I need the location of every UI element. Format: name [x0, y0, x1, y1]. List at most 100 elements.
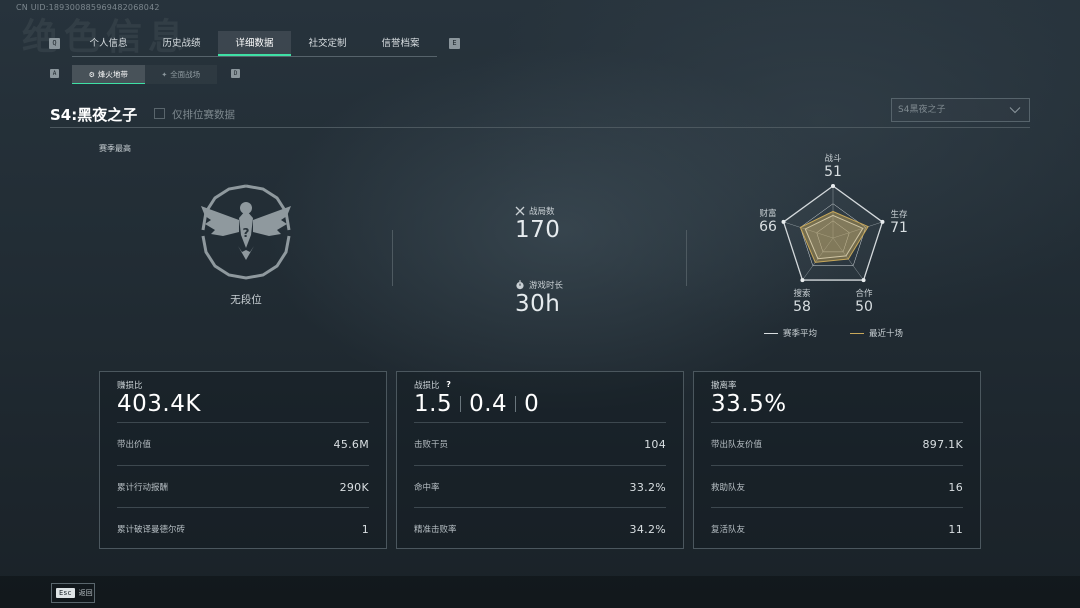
header-divider [50, 127, 1030, 128]
profit-ratio-label: 赚损比 [117, 381, 143, 391]
kd-separator [460, 396, 462, 412]
radar-value-combat: 51 [824, 164, 842, 180]
season-best-label: 赛季最高 [99, 144, 131, 153]
kd-separator [515, 396, 517, 412]
radar-label-wealth: 财富 [759, 209, 777, 219]
card-row: 累计行动报酬 290K [117, 465, 369, 508]
card-row-label: 累计破译曼德尔砖 [117, 525, 186, 535]
extraction-rate-value: 33.5% [711, 391, 787, 417]
card-row: 击败干员 104 [414, 422, 666, 465]
card-row: 带出价值 45.6M [117, 422, 369, 465]
tab-prev-key[interactable]: Q [49, 38, 60, 49]
legend-recent-label: 最近十场 [869, 329, 904, 339]
card-row-label: 累计行动报酬 [117, 483, 169, 493]
main-tabs: 个人信息 历史战绩 详细数据 社交定制 信誉档案 [72, 31, 437, 57]
radar-value-survival: 71 [890, 220, 908, 236]
radar-vertex-dot [800, 278, 805, 283]
mode-subtabs: ⚙ 烽火地带 ✦ 全面战场 [72, 65, 217, 84]
card-row-label: 带出价值 [117, 440, 152, 450]
stopwatch-icon [516, 280, 524, 290]
season-dropdown-value: S4黑夜之子 [898, 105, 946, 115]
extraction-rate-label: 撤离率 [711, 381, 737, 391]
card-row-value: 16 [948, 480, 963, 494]
season-dropdown[interactable]: S4黑夜之子 [891, 98, 1030, 122]
tab-history[interactable]: 历史战绩 [145, 31, 218, 56]
radar-label-search: 搜索 [793, 289, 811, 299]
card-row: 复活队友 11 [711, 507, 963, 550]
tab-reputation[interactable]: 信誉档案 [364, 31, 437, 56]
legend-recent-swatch [850, 332, 864, 334]
radar-label-combat: 战斗 [824, 154, 842, 164]
tab-social[interactable]: 社交定制 [291, 31, 364, 56]
crossed-swords-icon [515, 206, 525, 216]
radar-value-wealth: 66 [759, 219, 777, 235]
matches-stat-label: 战局数 [515, 205, 555, 217]
kd-value-second: 0.4 [469, 391, 508, 417]
rank-name: 无段位 [230, 294, 262, 306]
rank-emblem-icon: ? [201, 184, 291, 280]
subtab-prev-key[interactable]: A [50, 69, 59, 78]
subtab-hazard-zone[interactable]: ⚙ 烽火地带 [72, 65, 145, 84]
legend-average: 赛季平均 [764, 327, 817, 339]
subtab-hazard-zone-label: 烽火地带 [97, 70, 128, 79]
card-row: 累计破译曼德尔砖 1 [117, 507, 369, 550]
tab-next-key[interactable]: E [449, 38, 460, 49]
kd-value-kill-ratio: 1.5 [414, 391, 453, 417]
card-row-label: 救助队友 [711, 483, 746, 493]
radar-label-survival: 生存 [890, 210, 908, 220]
season-title: S4:黑夜之子 [50, 106, 138, 124]
card-row-value: 34.2% [629, 522, 666, 536]
subtab-warfare[interactable]: ✦ 全面战场 [144, 65, 217, 84]
profit-ratio-value: 403.4K [117, 391, 201, 417]
back-button[interactable]: Esc 返回 [51, 583, 95, 603]
subtab-next-key[interactable]: D [231, 69, 240, 78]
legend-recent: 最近十场 [850, 327, 903, 339]
playtime-value: 30h [515, 291, 561, 317]
legend-average-label: 赛季平均 [783, 329, 818, 339]
playtime-label: 游戏时长 [529, 281, 564, 291]
legend-average-swatch [764, 332, 778, 334]
card-row-label: 复活队友 [711, 525, 746, 535]
card-row-label: 精准击败率 [414, 525, 457, 535]
matches-label: 战局数 [529, 207, 555, 217]
ranked-only-checkbox[interactable] [154, 108, 165, 119]
kd-ratio-card: 战损比 ? 1.5 0.4 0 击败干员 104 命中率 33.2% 精准击败率… [396, 371, 684, 549]
kd-ratio-label-group: 战损比 ? [414, 379, 454, 391]
radar-label-cooperation: 合作 [855, 289, 873, 299]
card-row-value: 45.6M [333, 437, 369, 451]
card-row-label: 击败干员 [414, 440, 449, 450]
card-row-label: 命中率 [414, 483, 440, 493]
card-row-value: 1 [361, 522, 369, 536]
help-icon[interactable]: ? [444, 380, 454, 390]
extraction-rate-card: 撤离率 33.5% 带出队友价值 897.1K 救助队友 16 复活队友 11 [693, 371, 981, 549]
card-row: 命中率 33.2% [414, 465, 666, 508]
warfare-icon: ✦ [161, 71, 168, 79]
profit-ratio-card: 赚损比 403.4K 带出价值 45.6M 累计行动报酬 290K 累计破译曼德… [99, 371, 387, 549]
radar-value-search: 58 [793, 299, 811, 315]
card-row-value: 104 [644, 437, 666, 451]
card-row-value: 11 [948, 522, 963, 536]
playtime-stat-label: 游戏时长 [515, 279, 563, 291]
subtab-warfare-label: 全面战场 [170, 70, 201, 79]
radar-value-cooperation: 50 [855, 299, 873, 315]
card-row-label: 带出队友价值 [711, 440, 763, 450]
tab-detailed-data[interactable]: 详细数据 [218, 31, 291, 56]
card-row-value: 33.2% [629, 480, 666, 494]
overview-separator-right [686, 230, 687, 286]
esc-key-hint: Esc [56, 588, 75, 598]
card-row: 带出队友价值 897.1K [711, 422, 963, 465]
back-label: 返回 [78, 589, 93, 597]
svg-text:?: ? [243, 226, 250, 240]
radar-vertex-dot [861, 278, 866, 283]
kd-ratio-values: 1.5 0.4 0 [414, 391, 539, 417]
chevron-down-icon [1009, 107, 1021, 114]
kd-ratio-label: 战损比 [414, 381, 440, 391]
matches-value: 170 [515, 217, 561, 243]
card-row-value: 897.1K [922, 437, 963, 451]
ranked-only-label: 仅排位赛数据 [172, 109, 235, 121]
card-row: 精准击败率 34.2% [414, 507, 666, 550]
footer-bar [0, 576, 1080, 608]
tab-personal-info[interactable]: 个人信息 [72, 31, 145, 56]
card-row: 救助队友 16 [711, 465, 963, 508]
kd-value-third: 0 [524, 391, 540, 417]
